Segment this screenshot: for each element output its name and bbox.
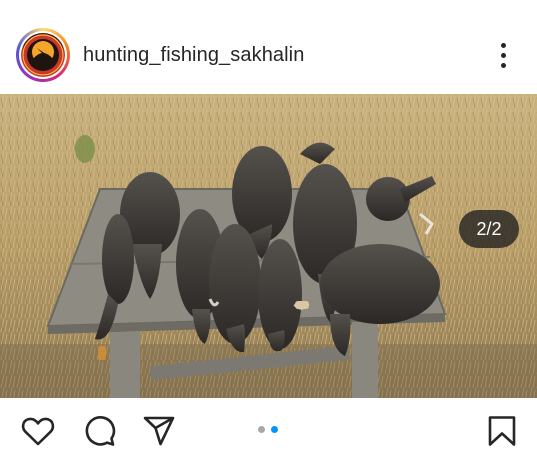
carousel-dot-active — [271, 426, 278, 433]
post-header: hunting_fishing_sakhalin — [0, 0, 537, 94]
share-icon[interactable] — [141, 415, 177, 447]
hunting-logo-icon — [21, 33, 65, 77]
carousel-dot — [258, 426, 265, 433]
post-photo[interactable]: 2/2 — [0, 94, 537, 398]
media-counter-badge: 2/2 — [459, 210, 519, 248]
avatar[interactable] — [16, 28, 70, 82]
action-bar — [0, 398, 537, 459]
avatar-ring-gap — [19, 31, 67, 79]
more-vertical-icon[interactable] — [490, 38, 518, 72]
username[interactable]: hunting_fishing_sakhalin — [83, 44, 304, 66]
heart-icon[interactable] — [20, 415, 56, 447]
bookmark-icon[interactable] — [484, 415, 520, 447]
comment-icon[interactable] — [81, 415, 117, 447]
